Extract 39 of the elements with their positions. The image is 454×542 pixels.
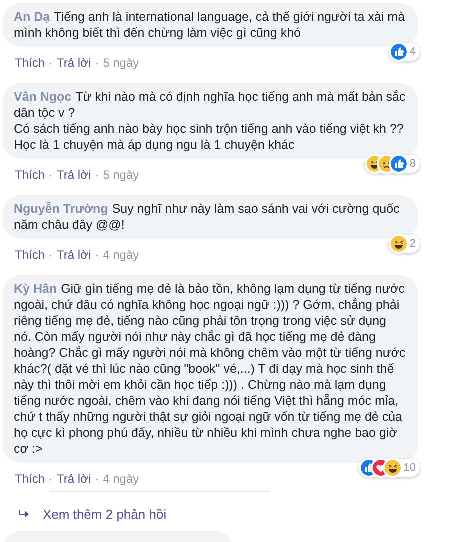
comment-text: Có sách tiếng anh nào bày học sinh trộn tiếng anh vào tiếng việt kh ?? Học là 1 chuyện mà áp dụng ngu là 1 chuyện khác — [14, 121, 405, 153]
reaction-badge[interactable]: 8 — [364, 155, 420, 173]
separator-dot: · — [49, 470, 54, 488]
author-name[interactable]: Vân Ngọc — [14, 90, 72, 104]
comment-text: Vân Ngọc Từ khi nào mà có định nghĩa học tiếng anh mà mất bản sắc dân tộc v ? — [14, 89, 407, 121]
author-name[interactable]: Kỳ Hân — [14, 282, 58, 296]
separator-dot: · — [95, 166, 100, 184]
reaction-badge[interactable]: 2 — [388, 235, 420, 253]
comment-text: Nguyễn Trường Suy nghĩ như này làm sao sánh vai với cường quốc năm châu đây @@! — [14, 201, 401, 233]
separator-dot: · — [49, 166, 54, 184]
comment-time[interactable]: 5 ngày — [103, 166, 140, 184]
comment-time[interactable]: 5 ngày — [103, 54, 140, 72]
comment-action-link[interactable]: Thích — [15, 470, 46, 488]
comment-action-link[interactable]: Trả lời — [57, 470, 92, 488]
more-replies-link[interactable]: Xem thêm 2 phản hồi — [43, 505, 167, 524]
comment-action-link[interactable]: Thích — [15, 246, 46, 264]
reaction-badge[interactable]: 4 — [388, 43, 420, 61]
separator-dot: · — [95, 246, 100, 264]
comment-action-link[interactable]: Trả lời — [57, 166, 92, 184]
reply-arrow-icon — [18, 510, 29, 520]
thumbs-up-icon — [390, 156, 407, 172]
separator-dot: · — [95, 54, 100, 72]
comment-time[interactable]: 4 ngày — [103, 470, 140, 488]
author-name[interactable]: Nguyễn Trường — [14, 202, 108, 216]
comment-action-link[interactable]: Thích — [15, 54, 46, 72]
separator-dot: · — [95, 470, 100, 488]
comment-action-link[interactable]: Thích — [15, 166, 46, 184]
laughing-face-icon — [384, 460, 401, 476]
reaction-badge[interactable]: 10 — [358, 459, 420, 477]
comment-action-link[interactable]: Trả lời — [57, 54, 92, 72]
separator-dot: · — [49, 246, 54, 264]
separator-dot: · — [49, 54, 54, 72]
comment-time[interactable]: 4 ngày — [103, 246, 140, 264]
comment-text: Kỳ Hân Giữ gìn tiếng mẹ đẻ là bảo tồn, không lạm dụng từ tiếng nước ngoài, chứ đâu có nghĩa không học ngoại ngữ :))) ? Gớm, chẳng phải riêng tiếng mẹ đẻ, tiếng nào cũng phải tôn trọng trong việc sử dụng nó. Còn mấy người nói như này chắc gì đã học tiếng mẹ đẻ đàng hoàng? Chắc gì mấy người nói mà không chêm vào một từ tiếng nước khác?( đặt vé thì lúc nào cũng "book" vé,...) T đi dạy mà học sinh thế này thì thôi mời em khỏi cần học tiếp :))) . Chừng nào mà lạm dụng tiếng nước ngoài, chêm vào khi đang nói tiếng Việt thì hẵng móc mỉa, chứ t thấy những người thật sự giỏi ngoại ngữ vốn từ tiếng mẹ đẻ của họ cực kì phong phú đấy, nhiều từ nhiều khi mình chưa nghe bao giờ cơ :> — [14, 281, 407, 457]
laughing-face-icon — [390, 236, 407, 252]
comment-action-link[interactable]: Trả lời — [57, 246, 92, 264]
thumbs-up-icon — [390, 44, 407, 60]
author-name[interactable]: An Dạ — [14, 10, 50, 24]
comment-text: An Dạ Tiếng anh là international language, cả thế giới người ta xài mà mình không biết thì đến chừng làm việc gì cũng khó — [14, 9, 406, 41]
